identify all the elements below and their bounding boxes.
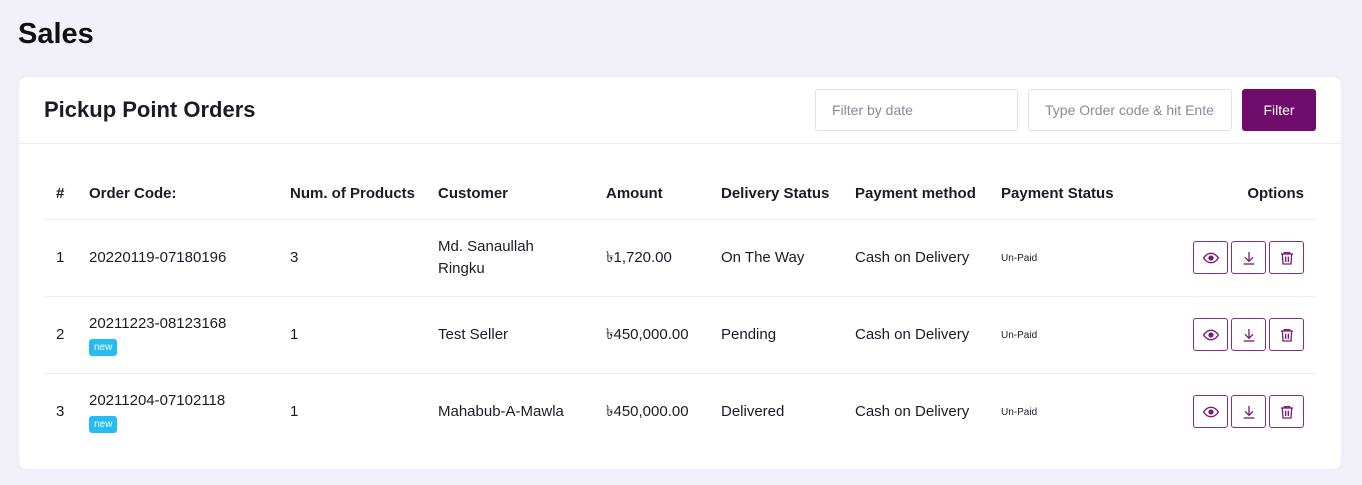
order-code-cell: 20211204-07102118 new [89, 373, 290, 450]
delivery-status: Delivered [721, 402, 785, 420]
customer-cell: Md. Sanaullah Ringku [438, 219, 606, 297]
column-header-index: # [44, 169, 89, 220]
trash-icon [1280, 405, 1293, 419]
table-row: 3 20211204-07102118 new 1 Mahabub-A-Mawl… [44, 373, 1316, 450]
column-header-num-products: Num. of Products [290, 169, 438, 220]
download-icon [1243, 251, 1254, 265]
row-index: 3 [56, 402, 65, 420]
delete-order-button[interactable] [1269, 318, 1304, 351]
column-header-options: Options [1161, 169, 1316, 220]
filter-button[interactable]: Filter [1242, 89, 1316, 131]
payment-method: Cash on Delivery [855, 219, 1001, 297]
customer-name: Mahabub-A-Mawla [438, 402, 564, 420]
download-invoice-button[interactable] [1231, 318, 1266, 351]
table-header-row: # Order Code: Num. of Products Customer … [44, 169, 1316, 220]
order-code: 20211204-07102118 [89, 391, 226, 409]
amount: ৳450,000.00 [606, 296, 721, 374]
view-order-button[interactable] [1193, 318, 1228, 351]
download-icon [1243, 328, 1254, 342]
payment-status-cell: Un-Paid [1001, 373, 1161, 450]
customer-cell: Mahabub-A-Mawla [438, 373, 606, 450]
table-row: 1 20220119-07180196 3 Md. Sanaullah Ring… [44, 219, 1316, 297]
card-title: Pickup Point Orders [44, 97, 256, 122]
num-products: 1 [290, 296, 438, 374]
order-code: 20220119-07180196 [89, 248, 227, 266]
order-code-search-input[interactable] [1028, 89, 1232, 131]
row-index: 2 [44, 296, 89, 374]
payment-method: Cash on Delivery [855, 402, 970, 420]
payment-status-cell: Un-Paid [1001, 219, 1161, 297]
payment-method: Cash on Delivery [855, 296, 1001, 374]
order-code: 20211223-08123168 [89, 314, 227, 332]
download-icon [1243, 405, 1254, 419]
payment-status: Un-Paid [1001, 406, 1038, 418]
payment-status: Un-Paid [1001, 252, 1038, 264]
column-header-customer: Customer [438, 169, 606, 220]
delete-order-button[interactable] [1269, 395, 1304, 429]
order-code-cell: 20220119-07180196 [89, 219, 290, 297]
orders-table: # Order Code: Num. of Products Customer … [44, 169, 1316, 450]
options-cell [1161, 296, 1316, 374]
card-header: Pickup Point Orders Filter [19, 77, 1341, 144]
column-header-payment-method: Payment method [855, 169, 1001, 220]
delete-order-button[interactable] [1269, 241, 1304, 274]
eye-icon [1202, 252, 1219, 263]
options-cell [1161, 219, 1316, 297]
trash-icon [1280, 251, 1293, 265]
amount: ৳1,720.00 [606, 219, 721, 297]
row-index: 1 [44, 219, 89, 297]
new-badge: new [89, 338, 118, 356]
num-products: 1 [290, 402, 299, 420]
eye-icon [1202, 329, 1219, 340]
options-cell [1161, 373, 1316, 450]
customer-name: Md. Sanaullah Ringku [438, 237, 534, 277]
order-code-cell: 20211223-08123168 new [89, 296, 290, 374]
payment-status-cell: Un-Paid [1001, 296, 1161, 374]
column-header-order-code: Order Code: [89, 169, 290, 220]
date-filter-input[interactable] [815, 89, 1018, 131]
column-header-delivery-status: Delivery Status [721, 169, 855, 220]
view-order-button[interactable] [1193, 395, 1228, 429]
delivery-status: Pending [721, 296, 855, 374]
view-order-button[interactable] [1193, 241, 1228, 274]
download-invoice-button[interactable] [1231, 395, 1266, 429]
delivery-status: On The Way [721, 219, 855, 297]
page-title: Sales [18, 18, 94, 50]
trash-icon [1280, 328, 1293, 342]
download-invoice-button[interactable] [1231, 241, 1266, 274]
new-badge: new [89, 415, 118, 433]
pickup-orders-card: Pickup Point Orders Filter # Order Code:… [19, 77, 1341, 469]
customer-cell: Test Seller [438, 296, 606, 374]
column-header-amount: Amount [606, 169, 721, 220]
eye-icon [1202, 406, 1219, 418]
column-header-payment-status: Payment Status [1001, 169, 1161, 220]
table-row: 2 20211223-08123168 new 1 Test Seller ৳4… [44, 296, 1316, 374]
amount: ৳450,000.00 [606, 402, 689, 420]
num-products: 3 [290, 219, 438, 297]
customer-name: Test Seller [438, 325, 509, 343]
payment-status: Un-Paid [1001, 329, 1038, 341]
